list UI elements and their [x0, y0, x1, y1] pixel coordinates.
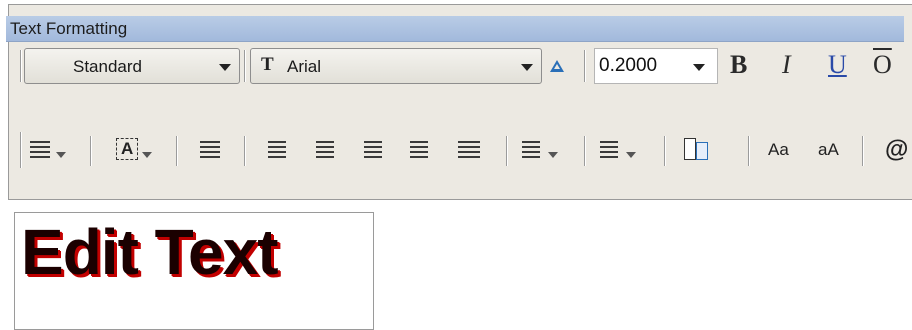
font-dropdown-value: Arial — [287, 57, 322, 76]
field-icon — [696, 142, 708, 160]
chevron-down-icon — [693, 64, 705, 71]
justification-icon: A — [116, 138, 138, 160]
columns-icon — [30, 141, 50, 159]
paragraph-icon[interactable] — [200, 141, 220, 159]
insert-field-icon — [684, 138, 696, 160]
mtext-edit-box[interactable]: Edit Text — [14, 212, 374, 330]
underline-button[interactable]: U — [828, 50, 847, 80]
symbol-button[interactable]: @ — [885, 136, 908, 164]
separator — [244, 50, 246, 82]
separator — [176, 136, 178, 166]
chevron-down-icon — [548, 152, 558, 158]
separator — [862, 136, 864, 166]
line-spacing-icon — [522, 141, 540, 159]
text-height-value: 0.2000 — [599, 55, 658, 76]
align-right-icon[interactable] — [364, 141, 382, 159]
chevron-down-icon — [626, 152, 636, 158]
style-dropdown-value: Standard — [73, 57, 142, 76]
align-justify-icon[interactable] — [410, 141, 428, 159]
toolbar-title-bar[interactable]: Text Formatting — [6, 16, 904, 42]
align-distribute-icon[interactable] — [458, 141, 480, 159]
edited-text[interactable]: Edit Text — [21, 215, 278, 289]
toolbar-title: Text Formatting — [10, 19, 128, 38]
chevron-down-icon — [142, 152, 152, 158]
grip-separator — [20, 50, 22, 82]
separator — [584, 50, 586, 82]
italic-button[interactable]: I — [782, 50, 791, 80]
separator — [584, 136, 586, 166]
align-left-icon[interactable] — [268, 141, 286, 159]
lowercase-button[interactable]: aA — [818, 140, 839, 160]
text-height-combo[interactable]: 0.2000 — [594, 48, 718, 84]
separator — [664, 136, 666, 166]
grip-separator — [20, 132, 22, 168]
truetype-font-icon: T — [261, 54, 274, 75]
bold-button[interactable]: B — [730, 50, 747, 80]
insert-field-button[interactable] — [684, 138, 708, 162]
annotative-icon[interactable] — [550, 60, 564, 72]
font-dropdown[interactable]: T Arial — [250, 48, 542, 84]
uppercase-button[interactable]: Aa — [768, 140, 789, 160]
align-center-icon[interactable] — [316, 141, 334, 159]
separator — [244, 136, 246, 166]
separator — [506, 136, 508, 166]
chevron-down-icon — [219, 64, 231, 71]
overline-button[interactable]: O — [873, 50, 892, 80]
separator — [748, 136, 750, 166]
chevron-down-icon — [56, 152, 66, 158]
chevron-down-icon — [521, 64, 533, 71]
separator — [90, 136, 92, 166]
style-dropdown[interactable]: Standard — [24, 48, 240, 84]
numbering-icon — [600, 141, 618, 159]
